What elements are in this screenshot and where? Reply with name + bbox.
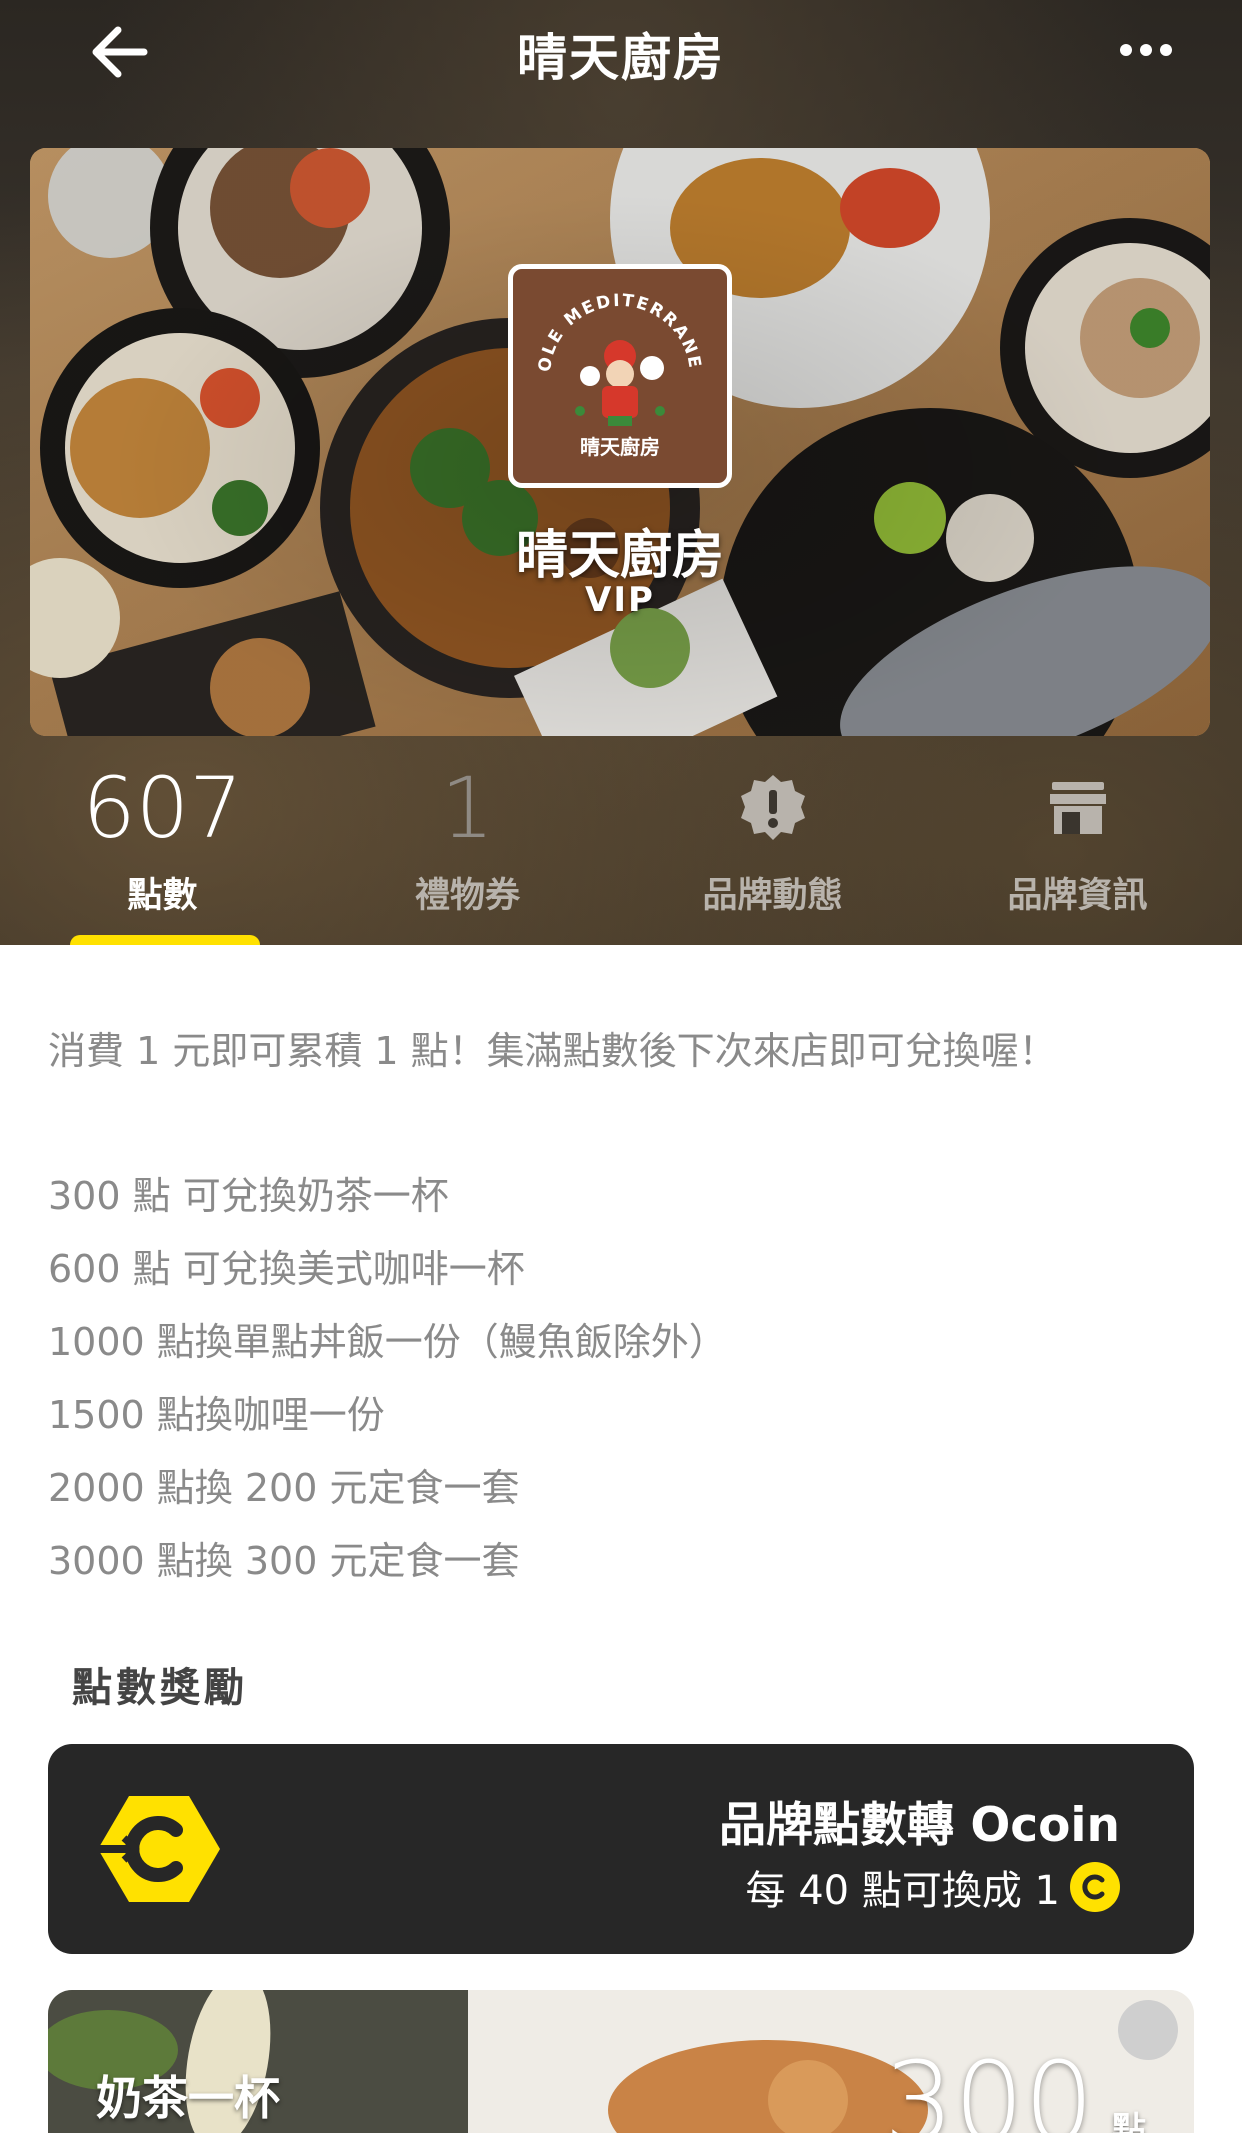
svg-text:晴天廚房: 晴天廚房	[580, 435, 660, 459]
header-background: 晴天廚房 OLE MEDITERRANE 晴天廚房 晴天廚房 VIP 607 點…	[0, 0, 1242, 945]
reward-item-unit: 點	[1112, 2110, 1146, 2133]
rule-line: 1000 點換單點丼飯一份（鰻魚飯除外）	[48, 1320, 727, 1364]
nav-bar: 晴天廚房	[0, 0, 1242, 105]
ocoin-card-title: 品牌點數轉 Ocoin	[718, 1798, 1120, 1853]
rule-line: 300 點 可兌換奶茶一杯	[48, 1174, 449, 1218]
points-label: 點數	[127, 876, 198, 916]
ocoin-rate: 每 40 點可換成 1	[745, 1858, 1120, 1916]
rule-line: 600 點 可兌換美式咖啡一杯	[48, 1247, 525, 1291]
rule-line: 2000 點換 200 元定食一套	[48, 1466, 520, 1510]
membership-level: VIP	[585, 580, 655, 620]
rule-line: 3000 點換 300 元定食一套	[48, 1539, 520, 1583]
tab-coupons[interactable]: 1 禮物券	[315, 745, 620, 945]
section-title-rewards: 點數獎勵	[72, 1665, 248, 1711]
stats-tabs: 607 點數 1 禮物券 品牌動態 品牌資訊	[0, 745, 1242, 945]
more-options-icon[interactable]	[1110, 34, 1182, 66]
brand-logo: SOLE MEDITERRANEO 晴天廚房	[508, 264, 732, 488]
brand-banner: SOLE MEDITERRANEO 晴天廚房 晴天廚房 VIP	[30, 148, 1210, 736]
active-tab-indicator	[70, 935, 260, 945]
reward-item-points: 300	[884, 2038, 1094, 2133]
ocoin-rate-text: 每 40 點可換成 1	[745, 1868, 1061, 1914]
reward-item-card[interactable]: 奶茶一杯 300 點	[48, 1990, 1194, 2133]
alert-badge-icon	[620, 745, 925, 871]
brand-info-label: 品牌資訊	[1007, 876, 1148, 916]
brand-news-label: 品牌動態	[702, 876, 843, 916]
coupons-value: 1	[440, 759, 495, 857]
ocoin-convert-card[interactable]: 品牌點數轉 Ocoin 每 40 點可換成 1	[48, 1744, 1194, 1954]
points-value: 607	[82, 759, 243, 857]
reward-item-name: 奶茶一杯	[96, 2071, 280, 2125]
brand-name: 晴天廚房	[515, 526, 724, 586]
ocoin-coin-icon	[1070, 1862, 1120, 1912]
coupons-label: 禮物券	[414, 876, 520, 916]
rule-line: 1500 點換咖哩一份	[48, 1393, 385, 1437]
tab-brand-info[interactable]: 品牌資訊	[925, 745, 1230, 945]
page-title: 晴天廚房	[517, 29, 725, 87]
ocoin-logo-icon	[94, 1792, 224, 1910]
store-icon	[925, 745, 1230, 871]
tab-points[interactable]: 607 點數	[10, 745, 315, 945]
tab-brand-news[interactable]: 品牌動態	[620, 745, 925, 945]
points-earn-description: 消費 1 元即可累積 1 點！集滿點數後下次來店即可兌換喔！	[48, 1029, 1057, 1073]
